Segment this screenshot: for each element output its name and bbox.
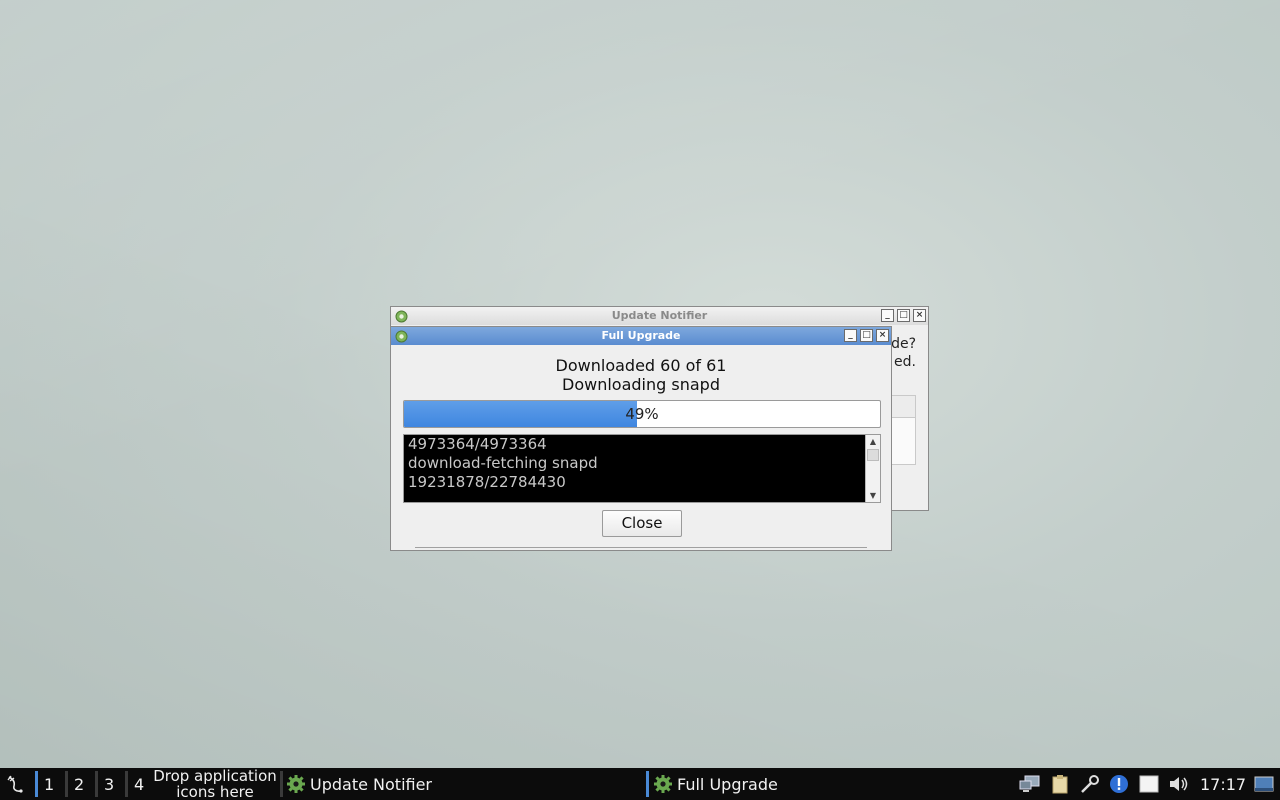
desktop-separator [65, 771, 68, 797]
drop-hint-line: icons here [176, 783, 254, 800]
scroll-thumb[interactable] [867, 449, 879, 461]
start-menu-button[interactable] [2, 768, 30, 800]
log-line: 4973364/4973364 [408, 435, 547, 453]
desktop-separator [35, 771, 38, 797]
show-desktop-icon[interactable] [1253, 774, 1275, 794]
full-upgrade-titlebar[interactable]: Full Upgrade _ □ × [391, 327, 891, 345]
scroll-up-icon[interactable]: ▲ [866, 435, 880, 448]
minimize-icon[interactable]: _ [881, 309, 894, 322]
maximize-icon[interactable]: □ [860, 329, 873, 342]
network-icon[interactable] [1019, 774, 1041, 794]
desktop-3-button[interactable]: 3 [104, 768, 114, 800]
close-button[interactable]: Close [602, 510, 682, 537]
window-title: Full Upgrade [601, 329, 681, 342]
log-output[interactable]: 4973364/4973364 download-fetching snapd … [403, 434, 881, 503]
clipboard-icon[interactable] [1049, 774, 1071, 794]
maximize-icon[interactable]: □ [897, 309, 910, 322]
taskbar-separator [646, 771, 649, 797]
notifier-line: ed. [894, 354, 916, 370]
close-icon[interactable]: × [913, 309, 926, 322]
download-current-package: Downloading snapd [562, 375, 720, 394]
notifier-message: de? ed. [891, 335, 916, 371]
log-lines: 4973364/4973364 download-fetching snapd … [408, 435, 862, 492]
status-block: Downloaded 60 of 61 Downloading snapd [391, 356, 891, 394]
drop-hint-line: Drop application [153, 767, 277, 785]
window-title: Update Notifier [611, 309, 708, 322]
close-icon[interactable]: × [876, 329, 889, 342]
launch-bar-drop-hint[interactable]: Drop application icons here [150, 768, 280, 800]
progress-label: 49% [625, 405, 659, 423]
log-scrollbar[interactable]: ▲ ▼ [865, 435, 880, 502]
info-icon[interactable] [1108, 774, 1130, 794]
update-notifier-titlebar[interactable]: Update Notifier _ □ × [391, 307, 928, 325]
full-upgrade-window: Full Upgrade _ □ × Downloaded 60 of 61 D… [390, 326, 892, 551]
task-update-notifier[interactable]: Update Notifier [286, 768, 432, 800]
log-line: download-fetching snapd [408, 454, 598, 472]
desktop-separator [125, 771, 128, 797]
log-line: 19231878/22784430 [408, 473, 566, 491]
notifier-line: de? [891, 336, 916, 352]
taskbar: 1 2 3 4 Drop application icons here Upda… [0, 768, 1280, 800]
gear-icon [654, 775, 672, 793]
task-label: Full Upgrade [677, 774, 778, 794]
volume-icon[interactable] [1168, 774, 1190, 794]
task-label: Update Notifier [310, 774, 433, 794]
notes-icon[interactable] [1138, 774, 1160, 794]
desktop-separator [95, 771, 98, 797]
lxde-start-icon [7, 775, 23, 793]
taskbar-separator [280, 771, 283, 797]
desktop-2-button[interactable]: 2 [74, 768, 84, 800]
minimize-icon[interactable]: _ [844, 329, 857, 342]
tools-icon[interactable] [1079, 774, 1101, 794]
desktop-1-button[interactable]: 1 [44, 768, 54, 800]
desktop-4-button[interactable]: 4 [134, 768, 144, 800]
download-count: Downloaded 60 of 61 [555, 356, 727, 375]
clock[interactable]: 17:17 [1200, 768, 1246, 800]
task-full-upgrade[interactable]: Full Upgrade [653, 768, 778, 800]
window-bottom-edge [415, 547, 867, 550]
progress-bar: 49% [403, 400, 881, 428]
scroll-down-icon[interactable]: ▼ [866, 489, 880, 502]
gear-icon [287, 775, 305, 793]
